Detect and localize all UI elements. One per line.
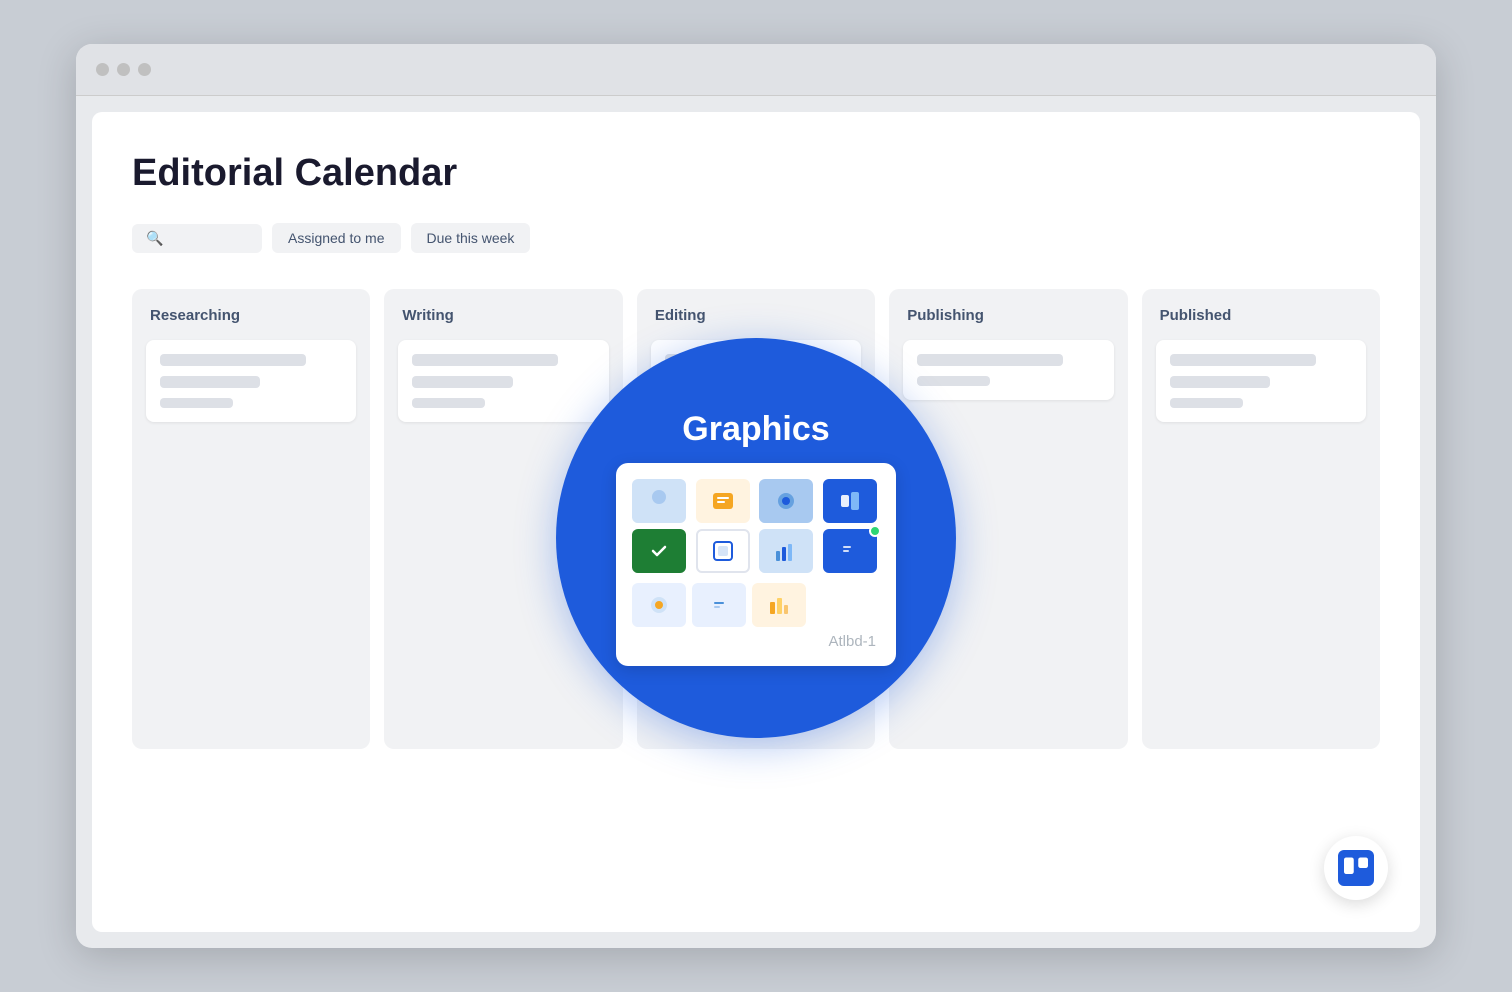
- grid-cell-8: [823, 529, 877, 573]
- grid-cell-7: [759, 529, 813, 573]
- graphics-circle: Graphics: [556, 338, 956, 738]
- card-tag: [412, 398, 485, 408]
- browser-window: Editorial Calendar 🔍 Assigned to me Due …: [76, 44, 1436, 948]
- traffic-light-minimize[interactable]: [117, 63, 130, 76]
- card-tag: [1170, 398, 1243, 408]
- grid-cell-6: [696, 529, 750, 573]
- graphics-icons-row: [632, 583, 880, 627]
- column-header-writing: Writing: [398, 307, 608, 324]
- search-bar[interactable]: 🔍: [132, 224, 262, 253]
- card-bar: [412, 354, 558, 366]
- grid-cell-3: [759, 479, 813, 523]
- grid-cell-5: [632, 529, 686, 573]
- card-tag: [160, 398, 233, 408]
- traffic-light-maximize[interactable]: [138, 63, 151, 76]
- card-bar: [412, 376, 512, 388]
- column-researching: Researching: [132, 289, 370, 749]
- browser-body: Editorial Calendar 🔍 Assigned to me Due …: [92, 112, 1420, 932]
- g-icon-1: [632, 583, 686, 627]
- g-icon-2: [692, 583, 746, 627]
- trello-badge: [1324, 836, 1388, 900]
- grid-cell-4: [823, 479, 877, 523]
- g-icon-3: [752, 583, 806, 627]
- column-header-researching: Researching: [146, 307, 356, 324]
- search-icon: 🔍: [146, 230, 163, 247]
- card-bar: [1170, 354, 1316, 366]
- graphics-grid: [632, 479, 880, 573]
- column-header-editing: Editing: [651, 307, 861, 324]
- column-header-publishing: Publishing: [903, 307, 1113, 324]
- card-bar: [160, 376, 260, 388]
- traffic-light-close[interactable]: [96, 63, 109, 76]
- card-bar: [1170, 376, 1270, 388]
- graphics-card[interactable]: Atlbd-1: [616, 463, 896, 666]
- grid-cell-1: [632, 479, 686, 523]
- grid-cell-2: [696, 479, 750, 523]
- graphics-id: Atlbd-1: [632, 633, 880, 650]
- trello-icon: [1338, 850, 1374, 886]
- card-bar: [160, 354, 306, 366]
- column-header-published: Published: [1156, 307, 1366, 324]
- card-researching-1[interactable]: [146, 340, 356, 422]
- assigned-to-me-button[interactable]: Assigned to me: [272, 223, 401, 253]
- card-published-1[interactable]: [1156, 340, 1366, 422]
- column-published: Published: [1142, 289, 1380, 749]
- browser-chrome: [76, 44, 1436, 96]
- due-this-week-button[interactable]: Due this week: [411, 223, 531, 253]
- page-title: Editorial Calendar: [132, 152, 1380, 195]
- graphics-overlay: Graphics: [556, 338, 956, 738]
- toolbar: 🔍 Assigned to me Due this week: [132, 223, 1380, 253]
- graphics-title: Graphics: [682, 410, 829, 449]
